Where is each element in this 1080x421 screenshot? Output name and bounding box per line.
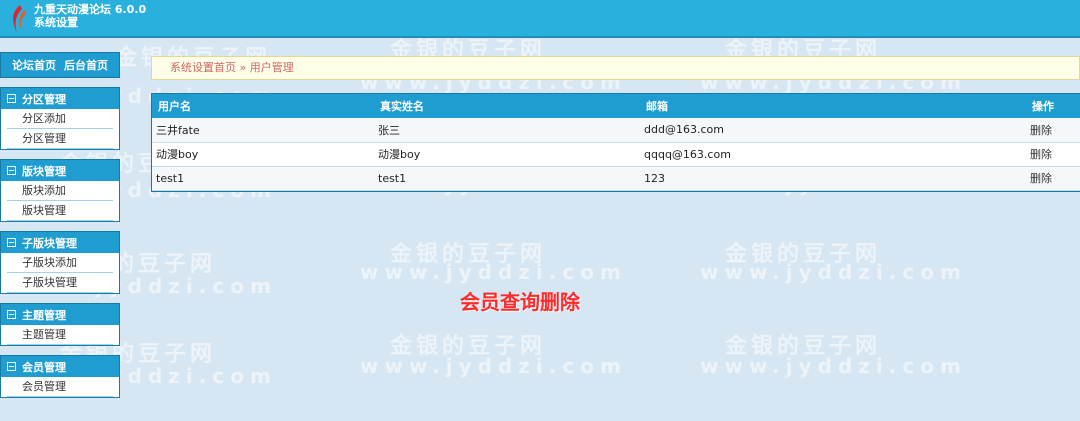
cell-username: 三井fate [152, 118, 374, 143]
cell-username: 动漫boy [152, 142, 374, 167]
collapse-icon[interactable] [7, 310, 16, 319]
sidebar-group-title: 版块管理 [22, 164, 66, 178]
watermark-text: 金银的豆子网 [390, 334, 547, 359]
admin-home-link[interactable]: 后台首页 [64, 57, 108, 73]
sidebar-group-member: 会员管理 会员管理 [0, 355, 120, 398]
app-header: 九重天动漫论坛 6.0.0 系统设置 [0, 0, 1080, 38]
sidebar-item-subboard-add[interactable]: 子版块添加 [7, 253, 113, 273]
table-header-row: 用户名 真实姓名 邮箱 操作 [152, 94, 1080, 118]
cell-email: ddd@163.com [640, 118, 1026, 143]
cell-realname: test1 [374, 166, 640, 191]
app-title: 九重天动漫论坛 6.0.0 系统设置 [34, 3, 146, 29]
sidebar-group-zone: 分区管理 分区添加 分区管理 [0, 87, 120, 150]
cell-realname: 张三 [374, 118, 640, 143]
cell-username: test1 [152, 166, 374, 191]
watermark-text: www.jyddzi.com [360, 354, 627, 378]
collapse-icon[interactable] [7, 166, 16, 175]
cell-realname: 动漫boy [374, 142, 640, 167]
forum-home-link[interactable]: 论坛首页 [12, 57, 56, 73]
collapse-icon[interactable] [7, 238, 16, 247]
app-title-line1: 九重天动漫论坛 6.0.0 [34, 3, 147, 16]
collapse-icon[interactable] [7, 362, 16, 371]
sidebar-item-subboard-manage[interactable]: 子版块管理 [7, 273, 113, 293]
sidebar-group-topic: 主题管理 主题管理 [0, 303, 120, 346]
watermark-text: 金银的豆子网 [725, 242, 882, 267]
sidebar-topnav: 论坛首页 后台首页 [0, 52, 120, 78]
sidebar-group-title: 子版块管理 [22, 236, 77, 250]
sidebar-group-header[interactable]: 主题管理 [1, 304, 119, 325]
flame-logo-icon [13, 5, 26, 33]
sidebar: 论坛首页 后台首页 分区管理 分区添加 分区管理 版块管理 版块添加 版块管理 … [0, 52, 120, 398]
column-header-username: 用户名 [152, 94, 374, 118]
table-row: 三井fate 张三 ddd@163.com 删除 [152, 118, 1080, 143]
breadcrumb-home-link[interactable]: 系统设置首页 [170, 61, 236, 74]
watermark-text: www.jyddzi.com [360, 260, 627, 284]
column-header-email: 邮箱 [640, 94, 1026, 118]
sidebar-group-header[interactable]: 会员管理 [1, 356, 119, 377]
sidebar-item-zone-manage[interactable]: 分区管理 [7, 129, 113, 149]
app-title-line2: 系统设置 [34, 16, 78, 29]
breadcrumb: 系统设置首页 » 用户管理 [151, 56, 1080, 80]
column-header-action: 操作 [1026, 94, 1080, 118]
sidebar-group-title: 分区管理 [22, 92, 66, 106]
watermark-text: www.jyddzi.com [700, 354, 967, 378]
user-table: 用户名 真实姓名 邮箱 操作 三井fate 张三 ddd@163.com 删除 … [151, 93, 1080, 192]
table-row: 动漫boy 动漫boy qqqq@163.com 删除 [152, 142, 1080, 167]
sidebar-group-header[interactable]: 分区管理 [1, 88, 119, 109]
sidebar-group-header[interactable]: 子版块管理 [1, 232, 119, 253]
sidebar-item-board-add[interactable]: 版块添加 [7, 181, 113, 201]
sidebar-group-board: 版块管理 版块添加 版块管理 [0, 159, 120, 222]
sidebar-item-board-manage[interactable]: 版块管理 [7, 201, 113, 221]
breadcrumb-separator: » [236, 61, 250, 74]
delete-link[interactable]: 删除 [1030, 172, 1052, 185]
delete-link[interactable]: 删除 [1030, 148, 1052, 161]
collapse-icon[interactable] [7, 94, 16, 103]
cell-email: qqqq@163.com [640, 142, 1026, 167]
breadcrumb-current: 用户管理 [249, 61, 294, 74]
watermark-text: 金银的豆子网 [725, 334, 882, 359]
sidebar-item-topic-manage[interactable]: 主题管理 [7, 325, 113, 345]
overlay-caption: 会员查询删除 [460, 290, 580, 314]
cell-email: 123 [640, 166, 1026, 191]
sidebar-item-member-manage[interactable]: 会员管理 [7, 377, 113, 397]
watermark-text: www.jyddzi.com [700, 260, 967, 284]
sidebar-item-zone-add[interactable]: 分区添加 [7, 109, 113, 129]
sidebar-group-header[interactable]: 版块管理 [1, 160, 119, 181]
column-header-realname: 真实姓名 [374, 94, 640, 118]
sidebar-group-title: 会员管理 [22, 360, 66, 374]
delete-link[interactable]: 删除 [1030, 124, 1052, 137]
sidebar-group-subboard: 子版块管理 子版块添加 子版块管理 [0, 231, 120, 294]
table-row: test1 test1 123 删除 [152, 166, 1080, 191]
sidebar-group-title: 主题管理 [22, 308, 66, 322]
watermark-text: 金银的豆子网 [390, 242, 547, 267]
